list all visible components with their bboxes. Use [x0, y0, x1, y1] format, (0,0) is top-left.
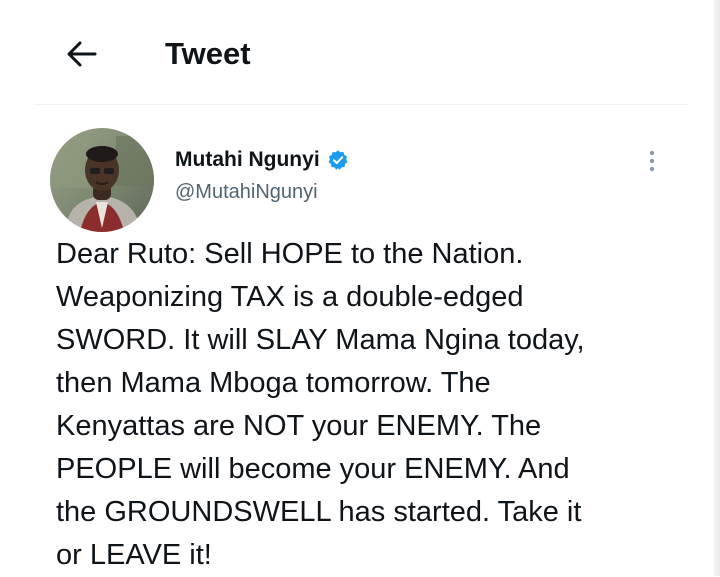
tweet-text-line: Weaponizing TAX is a double-edged	[56, 281, 524, 313]
arrow-left-icon	[67, 41, 97, 67]
avatar-photo	[50, 128, 154, 232]
more-options-button[interactable]	[636, 145, 668, 177]
name-row: Mutahi Ngunyi	[175, 147, 349, 173]
top-bar: Tweet	[0, 0, 720, 104]
author-info: Mutahi Ngunyi @MutahiNgunyi	[175, 147, 349, 204]
author-handle[interactable]: @MutahiNgunyi	[175, 181, 349, 204]
back-button[interactable]	[58, 30, 106, 78]
page-title: Tweet	[165, 36, 251, 71]
tweet-card: Mutahi Ngunyi @MutahiNgunyi Dear Ruto: S…	[0, 105, 720, 576]
tweet-text-line: or LEAVE it!	[56, 539, 212, 571]
tweet-text: Dear Ruto: Sell HOPE to the Nation. Weap…	[56, 233, 696, 577]
tweet-text-line: PEOPLE will become your ENEMY. And	[56, 453, 570, 485]
tweet-text-line: SWORD. It will SLAY Mama Ngina today,	[56, 324, 585, 356]
author-name[interactable]: Mutahi Ngunyi	[175, 148, 320, 172]
tweet-text-line: Kenyattas are NOT your ENEMY. The	[56, 410, 542, 442]
avatar[interactable]	[50, 128, 154, 232]
tweet-text-line: Dear Ruto: Sell HOPE to the Nation.	[56, 238, 524, 270]
tweet-text-line: the GROUNDSWELL has started. Take it	[56, 496, 582, 528]
more-vertical-icon	[649, 150, 655, 172]
tweet-text-line: then Mama Mboga tomorrow. The	[56, 367, 491, 399]
verified-badge-icon	[328, 150, 348, 170]
